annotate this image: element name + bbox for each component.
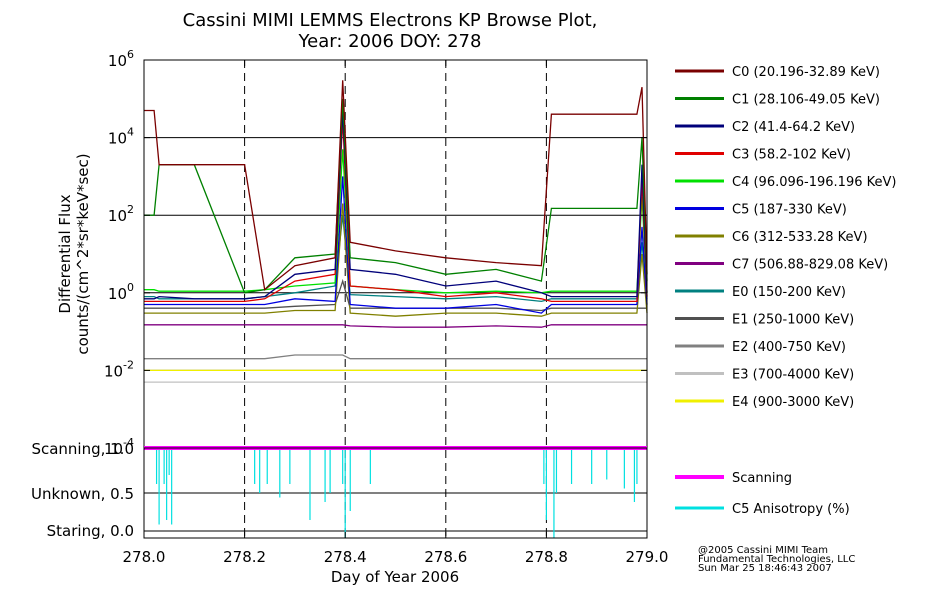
legend-label: E3 (700-4000 KeV) [732, 368, 854, 383]
mode-axis-ticks: Staring, 0.0 Unknown, 0.5 Scanning, 1.0 [31, 440, 134, 540]
x-tick-label: 278.8 [525, 548, 568, 566]
legend-label: C7 (506.88-829.08 KeV) [732, 258, 888, 273]
credits: @2005 Cassini MIMI Team Fundamental Tech… [698, 546, 855, 574]
flux-ytick-exponent: -2 [123, 358, 134, 371]
flux-plot-frame [143, 59, 648, 449]
ylabel-line-2: counts/(cm^2*sr*keV*sec) [74, 153, 92, 354]
flux-ytick-label: 10-2 [104, 358, 134, 380]
legend-label: C6 (312-533.28 KeV) [732, 230, 868, 245]
legend-label: E1 (250-1000 KeV) [732, 313, 854, 328]
legend-label: C1 (28.106-49.05 KeV) [732, 93, 880, 108]
x-tick-label: 278.4 [324, 548, 367, 566]
mode-ytick-label: Staring, 0.0 [47, 522, 134, 540]
legend-label: E0 (150-200 KeV) [732, 285, 846, 300]
legend-label: C0 (20.196-32.89 KeV) [732, 65, 880, 80]
chart-canvas: 10-410-2100102104106 Differential Flux c… [31, 48, 897, 586]
x-tick-label: 279.0 [626, 548, 669, 566]
x-tick-label: 278.6 [424, 548, 467, 566]
x-axis-label: Day of Year 2006 [331, 568, 459, 586]
flux-series-line [144, 324, 647, 328]
flux-ytick-label: 106 [108, 48, 134, 70]
flux-series-line [144, 110, 648, 300]
flux-ytick-exponent: 4 [127, 126, 134, 139]
flux-ytick-label: 104 [108, 126, 134, 148]
ylabel-line-1: Differential Flux [56, 194, 74, 313]
legend-label: C3 (58.2-102 KeV) [732, 148, 851, 163]
flux-series-line [144, 278, 647, 312]
flux-axis-ticks: 10-410-2100102104106 [104, 48, 647, 458]
mode-legend: Scanning C5 Anisotropy (%) [675, 471, 850, 517]
mode-ytick-label: Scanning, 1.0 [31, 440, 134, 458]
x-tick-label: 278.0 [123, 548, 166, 566]
flux-series-line [144, 80, 648, 291]
x-tick-label: 278.2 [223, 548, 266, 566]
mode-ytick-label: Unknown, 0.5 [31, 485, 134, 503]
legend-label: C4 (96.096-196.196 KeV) [732, 175, 896, 190]
legend-label: E2 (400-750 KeV) [732, 340, 846, 355]
legend-label: C5 (187-330 KeV) [732, 203, 847, 218]
flux-series-line [144, 98, 648, 294]
legend-label: C5 Anisotropy (%) [732, 502, 850, 517]
flux-ytick-label: 100 [108, 281, 134, 303]
legend-label: E4 (900-3000 KeV) [732, 395, 854, 410]
legend: C0 (20.196-32.89 KeV) C1 (28.106-49.05 Ke… [675, 65, 896, 410]
flux-ytick-label: 102 [108, 203, 134, 225]
flux-series-group [144, 80, 648, 383]
credit-line-3: Sun Mar 25 18:46:43 2007 [698, 563, 832, 574]
legend-label: Scanning [732, 471, 792, 486]
flux-series-line [144, 354, 647, 360]
flux-series-line [144, 149, 648, 294]
flux-ytick-exponent: 6 [127, 48, 134, 61]
flux-ytick-exponent: 2 [127, 203, 134, 216]
mode-gridlines [144, 492, 647, 532]
flux-ytick-exponent: 0 [127, 281, 134, 294]
legend-label: C2 (41.4-64.2 KeV) [732, 120, 855, 135]
